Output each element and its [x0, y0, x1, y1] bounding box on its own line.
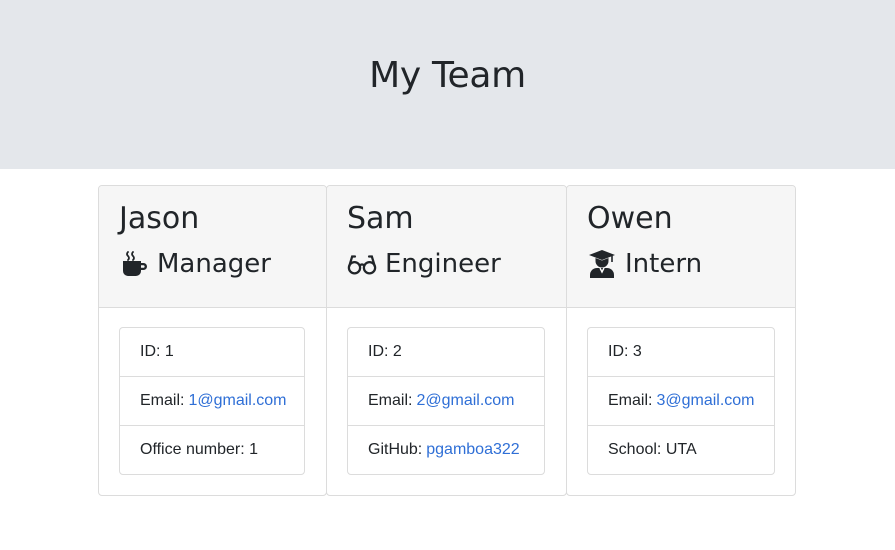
email-link[interactable]: 1@gmail.com — [188, 392, 286, 410]
user-graduate-icon — [587, 249, 617, 279]
employee-details: ID: 3 Email: 3@gmail.com School: UTA — [587, 327, 775, 475]
id-value: 2 — [392, 343, 402, 360]
glasses-icon — [347, 249, 377, 279]
employee-name: Owen — [587, 201, 673, 236]
employee-role: Manager — [119, 249, 271, 279]
employee-card-engineer: Sam Engineer ID: 2 Email: 2@gmail.com Gi… — [326, 185, 567, 496]
card-header: Jason Manager — [99, 186, 326, 308]
employee-details: ID: 1 Email: 1@gmail.com Office number: 1 — [119, 327, 305, 475]
employee-id: ID: 3 — [588, 328, 774, 377]
page-header: My Team — [0, 0, 895, 169]
role-label: Intern — [625, 248, 703, 279]
employee-details: ID: 2 Email: 2@gmail.com GitHub: pgamboa32… — [347, 327, 545, 475]
employee-card-manager: Jason Manager ID: 1 Email: 1@gmail.com O… — [98, 185, 327, 496]
page-title: My Team — [369, 54, 526, 96]
school-value: UTA — [665, 441, 697, 458]
employee-office-number: Office number: 1 — [140, 441, 258, 458]
role-label: Engineer — [385, 248, 501, 279]
employee-id: ID: 2 — [348, 328, 544, 377]
employee-email: Email: 2@gmail.com — [348, 377, 544, 426]
card-body: ID: 3 Email: 3@gmail.com School: UTA — [587, 327, 775, 475]
id-value: 1 — [164, 343, 174, 360]
card-body: ID: 2 Email: 2@gmail.com GitHub: pgamboa32… — [347, 327, 545, 475]
employee-card-intern: Owen Intern ID: 3 Email: 3@gmail.com Sch… — [566, 185, 796, 496]
team-cards: Jason Manager ID: 1 Email: 1@gmail.com O… — [0, 185, 895, 505]
github-link[interactable]: pgamboa322 — [426, 441, 519, 459]
employee-name: Sam — [347, 201, 414, 236]
employee-github: GitHub: pgamboa322 — [368, 441, 520, 459]
employee-name: Jason — [119, 201, 200, 236]
role-label: Manager — [157, 248, 271, 279]
employee-school: School: UTA — [608, 441, 697, 458]
id-value: 3 — [632, 343, 642, 360]
employee-email: Email: 1@gmail.com — [120, 377, 304, 426]
employee-role: Engineer — [347, 249, 501, 279]
card-header: Sam Engineer — [327, 186, 566, 308]
coffee-icon — [119, 249, 149, 279]
employee-id: ID: 1 — [120, 328, 304, 377]
card-header: Owen Intern — [567, 186, 795, 308]
employee-email: Email: 3@gmail.com — [588, 377, 774, 426]
email-link[interactable]: 2@gmail.com — [416, 392, 514, 410]
office-number-value: 1 — [249, 441, 258, 458]
employee-role: Intern — [587, 249, 702, 279]
email-link[interactable]: 3@gmail.com — [656, 392, 754, 410]
card-body: ID: 1 Email: 1@gmail.com Office number: 1 — [119, 327, 305, 475]
